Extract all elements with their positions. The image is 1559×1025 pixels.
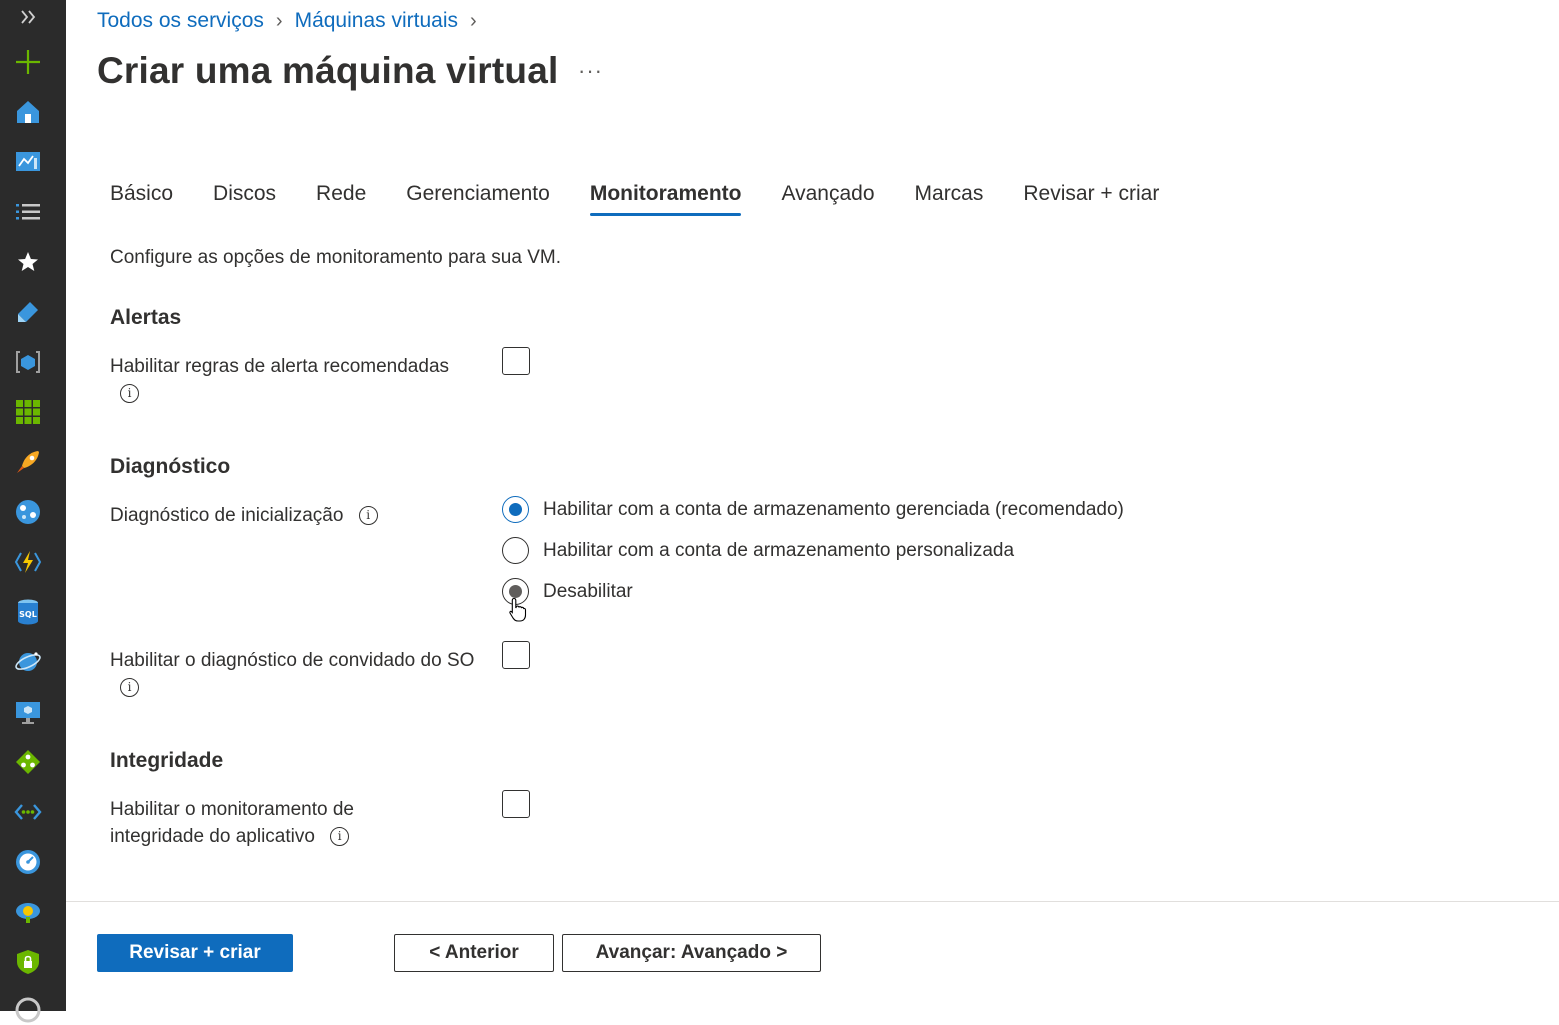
sql-databases-icon[interactable]: SQL xyxy=(13,597,43,627)
info-icon[interactable]: i xyxy=(330,827,349,846)
info-icon[interactable]: i xyxy=(120,384,139,403)
info-icon[interactable]: i xyxy=(359,506,378,525)
all-services-icon[interactable] xyxy=(13,197,43,227)
cosmos-db-icon[interactable] xyxy=(13,647,43,677)
chevron-right-icon: › xyxy=(470,10,477,33)
function-app-icon[interactable] xyxy=(13,547,43,577)
cost-management-icon[interactable] xyxy=(13,995,43,1025)
app-services-icon[interactable] xyxy=(13,497,43,527)
favorites-icon[interactable] xyxy=(13,247,43,277)
next-button[interactable]: Avançar: Avançado > xyxy=(562,934,821,972)
tab-avancado[interactable]: Avançado xyxy=(781,182,874,216)
wizard-tabs: Básico Discos Rede Gerenciamento Monitor… xyxy=(110,182,1159,216)
breadcrumb-all-services[interactable]: Todos os serviços xyxy=(97,9,264,33)
radio-button[interactable] xyxy=(502,537,529,564)
security-center-icon[interactable] xyxy=(13,947,43,977)
dashboard-icon[interactable] xyxy=(13,147,43,177)
radio-label: Habilitar com a conta de armazenamento g… xyxy=(543,499,1124,521)
monitor-icon[interactable] xyxy=(13,847,43,877)
advisor-icon[interactable] xyxy=(13,897,43,927)
expand-sidebar-icon[interactable] xyxy=(13,2,43,32)
field-label-health-monitoring-text: Habilitar o monitoramento de integridade… xyxy=(110,799,354,847)
portal-sidebar: SQL xyxy=(0,0,66,1011)
page-description: Configure as opções de monitoramento par… xyxy=(110,247,561,269)
tab-marcas[interactable]: Marcas xyxy=(915,182,984,216)
radio-button-checked[interactable] xyxy=(502,496,529,523)
virtual-machines-icon[interactable] xyxy=(13,697,43,727)
home-icon[interactable] xyxy=(13,97,43,127)
load-balancers-icon[interactable] xyxy=(13,747,43,777)
field-label-boot-diagnostics: Diagnóstico de inicialização i xyxy=(110,502,480,529)
more-options-button[interactable]: ··· xyxy=(578,58,603,84)
radio-label: Desabilitar xyxy=(543,581,633,603)
page-title: Criar uma máquina virtual xyxy=(97,50,558,92)
field-label-alert-rules: Habilitar regras de alerta recomendadas … xyxy=(110,353,480,407)
info-icon[interactable]: i xyxy=(120,678,139,697)
breadcrumb: Todos os serviços › Máquinas virtuais › xyxy=(97,9,489,33)
field-label-alert-rules-text: Habilitar regras de alerta recomendadas xyxy=(110,356,449,377)
create-resource-icon[interactable] xyxy=(13,47,43,77)
tab-rede[interactable]: Rede xyxy=(316,182,366,216)
svg-text:SQL: SQL xyxy=(19,610,37,619)
tab-gerenciamento[interactable]: Gerenciamento xyxy=(406,182,550,216)
boot-diag-option-managed[interactable]: Habilitar com a conta de armazenamento g… xyxy=(502,496,1124,523)
field-label-health-monitoring: Habilitar o monitoramento de integridade… xyxy=(110,796,410,850)
hand-cursor-icon xyxy=(508,597,528,623)
section-title-diagnostics: Diagnóstico xyxy=(110,455,230,479)
tab-discos[interactable]: Discos xyxy=(213,182,276,216)
radio-label: Habilitar com a conta de armazenamento p… xyxy=(543,540,1014,562)
field-label-guest-diagnostics-text: Habilitar o diagnóstico de convidado do … xyxy=(110,650,474,671)
resource-groups-icon[interactable] xyxy=(13,347,43,377)
alert-rules-checkbox[interactable] xyxy=(502,347,530,375)
section-title-alerts: Alertas xyxy=(110,306,181,330)
boot-diag-option-custom[interactable]: Habilitar com a conta de armazenamento p… xyxy=(502,537,1014,564)
footer-divider xyxy=(66,901,1559,902)
main-content: Todos os serviços › Máquinas virtuais › … xyxy=(66,0,1559,1011)
quickstart-icon[interactable] xyxy=(13,447,43,477)
tab-revisar-criar[interactable]: Revisar + criar xyxy=(1023,182,1159,216)
devops-icon[interactable] xyxy=(13,297,43,327)
tab-monitoramento[interactable]: Monitoramento xyxy=(590,182,742,216)
field-label-boot-diagnostics-text: Diagnóstico de inicialização xyxy=(110,505,343,526)
section-title-health: Integridade xyxy=(110,749,223,773)
previous-button[interactable]: < Anterior xyxy=(394,934,554,972)
health-monitoring-checkbox[interactable] xyxy=(502,790,530,818)
tab-basico[interactable]: Básico xyxy=(110,182,173,216)
field-label-guest-diagnostics: Habilitar o diagnóstico de convidado do … xyxy=(110,647,480,701)
breadcrumb-virtual-machines[interactable]: Máquinas virtuais xyxy=(295,9,458,33)
chevron-right-icon: › xyxy=(276,10,283,33)
guest-diagnostics-checkbox[interactable] xyxy=(502,641,530,669)
review-create-button[interactable]: Revisar + criar xyxy=(97,934,293,972)
virtual-networks-icon[interactable] xyxy=(13,797,43,827)
all-resources-icon[interactable] xyxy=(13,397,43,427)
